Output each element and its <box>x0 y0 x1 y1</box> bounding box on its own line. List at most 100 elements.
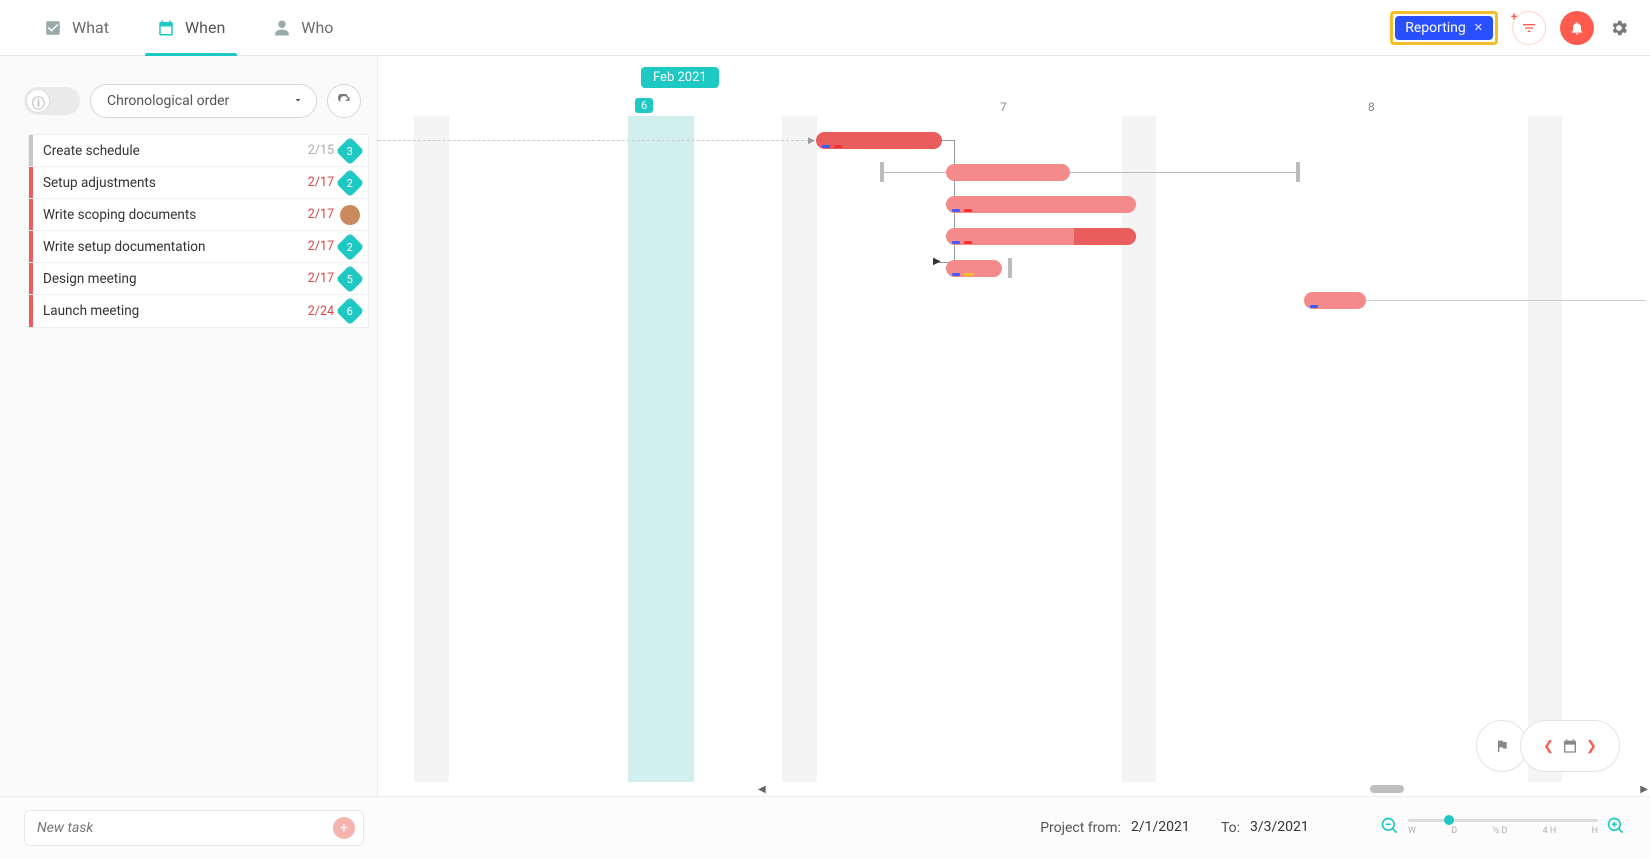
project-to-input[interactable] <box>1250 819 1330 836</box>
tab-when[interactable]: When <box>133 0 249 56</box>
tab-what[interactable]: What <box>20 0 133 56</box>
zoom-out-button[interactable] <box>1380 816 1400 840</box>
task-row[interactable]: Write scoping documents 2/17 <box>29 199 368 231</box>
task-name: Setup adjustments <box>43 175 308 191</box>
project-to-label: To: <box>1221 820 1240 836</box>
weekend-column <box>782 116 817 782</box>
task-date: 2/24 <box>308 304 334 319</box>
extent-line <box>1366 300 1646 301</box>
bar-indicator <box>952 273 960 276</box>
info-icon: ⓘ <box>32 93 45 112</box>
bar-indicator <box>952 241 960 244</box>
chevron-down-icon <box>292 94 304 110</box>
prev-day-button[interactable]: ❮ <box>1543 739 1554 754</box>
task-row[interactable]: Launch meeting 2/24 6 <box>29 295 368 327</box>
task-date: 2/17 <box>308 175 334 190</box>
task-color-edge <box>29 135 33 166</box>
scrollbar-thumb[interactable] <box>1370 785 1404 793</box>
task-name: Create schedule <box>43 143 308 159</box>
tab-label: Who <box>301 18 333 37</box>
refresh-icon <box>337 94 352 109</box>
month-label: Feb 2021 <box>641 67 719 88</box>
gantt-bar[interactable] <box>946 260 1002 277</box>
close-icon[interactable]: ✕ <box>1474 21 1483 34</box>
assignee-avatar <box>340 205 360 225</box>
main-content: ⓘ Chronological order Create schedule 2/… <box>0 56 1650 796</box>
zoom-slider[interactable] <box>1408 819 1598 822</box>
new-task-input-wrap[interactable]: + <box>24 810 364 846</box>
reporting-label: Reporting <box>1405 20 1466 36</box>
project-date-range: Project from: To: <box>1040 819 1330 836</box>
next-day-button[interactable]: ❯ <box>1586 739 1597 754</box>
add-task-button[interactable]: + <box>333 817 355 839</box>
bell-icon <box>1569 20 1585 36</box>
gantt-bar[interactable] <box>946 196 1136 213</box>
dependency-arrow-icon: ▶ <box>933 256 941 267</box>
bar-handle[interactable] <box>1296 162 1300 182</box>
gantt-bar[interactable] <box>1304 292 1366 309</box>
new-task-input[interactable] <box>37 820 351 836</box>
task-row[interactable]: Write setup documentation 2/17 2 <box>29 231 368 263</box>
today-date-marker: 6 <box>635 98 653 113</box>
slider-thumb[interactable] <box>1444 815 1454 825</box>
task-list: Create schedule 2/15 3 Setup adjustments… <box>28 134 369 328</box>
horizontal-scrollbar[interactable]: ◀ ▶ <box>756 782 1650 796</box>
task-color-edge <box>29 231 33 262</box>
today-column <box>628 116 694 782</box>
sort-label: Chronological order <box>107 93 229 109</box>
tab-label: When <box>185 18 225 37</box>
calendar-icon[interactable] <box>1562 738 1578 754</box>
gantt-bar[interactable] <box>816 132 942 149</box>
task-row[interactable]: Setup adjustments 2/17 2 <box>29 167 368 199</box>
task-badge: 2 <box>336 232 364 260</box>
bar-handle[interactable] <box>1008 258 1012 278</box>
task-badge: 3 <box>336 136 364 164</box>
task-row[interactable]: Design meeting 2/17 5 <box>29 263 368 295</box>
notifications-button[interactable] <box>1560 11 1594 45</box>
task-date: 2/15 <box>308 143 334 158</box>
gantt-bar[interactable] <box>946 164 1070 181</box>
view-tabs: What When Who <box>20 0 357 56</box>
zoom-tick-labels: W D ½ D 4 H H <box>1408 826 1598 836</box>
extent-line <box>883 172 946 173</box>
task-name: Write scoping documents <box>43 207 308 223</box>
gantt-bar[interactable] <box>946 228 1136 245</box>
task-badge: 5 <box>336 264 364 292</box>
weekend-column <box>1122 116 1156 782</box>
settings-button[interactable] <box>1608 17 1630 39</box>
plus-icon: + <box>1511 10 1517 23</box>
date-stepper: ❮ ❯ <box>1520 720 1620 772</box>
filter-plus-icon <box>1521 20 1537 36</box>
scroll-left-icon[interactable]: ◀ <box>758 784 766 795</box>
zoom-in-button[interactable] <box>1606 816 1626 840</box>
row-guideline <box>378 140 814 141</box>
sort-dropdown[interactable]: Chronological order <box>90 84 317 118</box>
task-date: 2/17 <box>308 271 334 286</box>
add-filter-button[interactable]: + <box>1512 11 1546 45</box>
task-badge: 2 <box>336 168 364 196</box>
task-name: Design meeting <box>43 271 308 287</box>
day-label: 8 <box>1368 100 1375 114</box>
task-color-edge <box>29 295 33 327</box>
scroll-right-icon[interactable]: ▶ <box>1640 784 1648 795</box>
person-icon <box>273 19 291 37</box>
project-from-input[interactable] <box>1131 819 1211 836</box>
reporting-filter-pill[interactable]: Reporting ✕ <box>1395 16 1493 40</box>
task-color-edge <box>29 167 33 198</box>
task-row[interactable]: Create schedule 2/15 3 <box>29 135 368 167</box>
project-from-label: Project from: <box>1040 820 1121 836</box>
refresh-button[interactable] <box>327 84 361 118</box>
gantt-timeline[interactable]: Feb 2021 6 7 8 ▶ <box>378 56 1650 796</box>
bar-indicator <box>834 145 842 148</box>
weekend-column <box>414 116 449 782</box>
tab-who[interactable]: Who <box>249 0 357 56</box>
task-date: 2/17 <box>308 239 334 254</box>
bar-indicator <box>964 241 972 244</box>
top-nav: What When Who Reporting ✕ + <box>0 0 1650 56</box>
info-toggle[interactable]: ⓘ <box>24 87 80 115</box>
flag-icon <box>1494 738 1510 754</box>
extent-line <box>1070 172 1296 173</box>
zoom-controls: W D ½ D 4 H H <box>1380 816 1626 840</box>
bar-indicator <box>964 209 972 212</box>
plus-icon: + <box>340 820 348 836</box>
